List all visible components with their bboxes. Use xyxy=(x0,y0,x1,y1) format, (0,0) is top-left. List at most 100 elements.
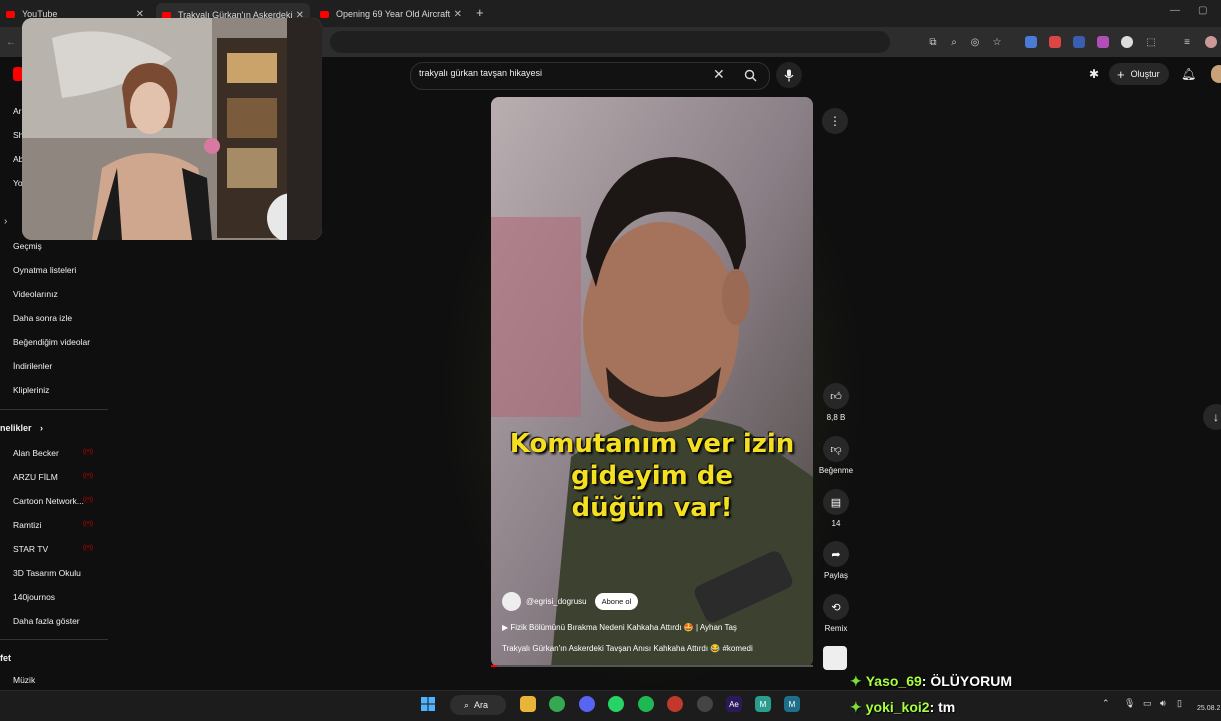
search-icon: ⌕ xyxy=(464,699,470,710)
after-effects-icon[interactable]: Ae xyxy=(726,696,742,712)
chat-username: Yaso_69 xyxy=(865,673,922,689)
minimize-icon[interactable]: — xyxy=(1170,5,1180,16)
extension-icon[interactable] xyxy=(1097,36,1109,48)
tray-network-icon[interactable]: ▭ xyxy=(1143,698,1152,709)
thumbs-up-icon: 👍︎ xyxy=(823,383,849,409)
sidebar-item-music[interactable]: Müzik xyxy=(13,675,35,685)
obs-icon[interactable] xyxy=(697,696,713,712)
sidebar-item-subscription[interactable]: 3D Tasarım Okulu xyxy=(13,568,81,578)
search-query: trakyalı gürkan tavşan hikayesi xyxy=(419,68,543,78)
sidebar-item-subscription[interactable]: Alan Becker xyxy=(13,448,59,458)
video-caption-line: gideyim de xyxy=(570,461,734,491)
file-explorer-icon[interactable] xyxy=(520,696,536,712)
sidebar-item-watch-later[interactable]: Daha sonra izle xyxy=(13,313,72,323)
related-video-link[interactable]: ▶ Fizik Bölümünü Bırakma Nedeni Kahkaha … xyxy=(502,623,737,632)
sidebar-divider xyxy=(0,639,108,640)
extension-icon[interactable] xyxy=(1121,36,1133,48)
chat-badge-icon: ✦ xyxy=(850,699,862,715)
sidebar-item-subscription[interactable]: STAR TV xyxy=(13,544,48,554)
tray-chevron-icon[interactable]: ⌃ xyxy=(1102,698,1110,709)
tray-volume-icon[interactable]: 🔊︎ xyxy=(1160,698,1166,709)
discord-icon[interactable] xyxy=(579,696,595,712)
extension-icon[interactable] xyxy=(1049,36,1061,48)
chat-message: ✦ Yaso_69: ÖLÜYORUM xyxy=(850,673,1012,690)
comments-button[interactable]: ▤ 14 xyxy=(822,489,850,528)
search-button[interactable] xyxy=(736,63,764,87)
dislike-label: Beğenme xyxy=(818,466,854,475)
tray-mic-icon[interactable]: 🎙︎ xyxy=(1124,698,1135,709)
taskbar-date: 25.08.2 xyxy=(1197,705,1221,712)
like-button[interactable]: 👍︎ 8,8 B xyxy=(822,383,850,422)
translate-extension-icon[interactable] xyxy=(1025,36,1037,48)
sidebar-item-partial[interactable]: Ar xyxy=(13,106,22,116)
sidebar-item-downloads[interactable]: İndirilenler xyxy=(13,361,52,371)
chrome-icon[interactable] xyxy=(549,696,565,712)
sidebar-item-history[interactable]: Geçmiş xyxy=(13,241,42,251)
subscriptions-label: nelikler xyxy=(0,423,32,433)
notifications-bell-icon[interactable]: 🔔︎ xyxy=(1181,67,1196,81)
related-video-title: Fizik Bölümünü Bırakma Nedeni Kahkaha At… xyxy=(510,623,737,632)
sidebar-item-liked-videos[interactable]: Beğendiğim videolar xyxy=(13,337,90,347)
show-more-button[interactable]: Daha fazla göster xyxy=(13,616,80,626)
webcam-overlay xyxy=(22,18,322,240)
maximize-icon[interactable]: ▢ xyxy=(1198,5,1207,16)
tab-close-icon[interactable]: ✕ xyxy=(454,9,462,20)
shorts-video-player[interactable]: Komutanım ver izin gideyim de düğün var! xyxy=(491,97,813,667)
spotify-icon[interactable] xyxy=(638,696,654,712)
subscriptions-title[interactable]: nelikler › xyxy=(0,423,43,433)
tab-label: Opening 69 Year Old Aircraft Su xyxy=(336,9,451,19)
sidebar-item-subscription[interactable]: Ramtizi xyxy=(13,520,41,530)
sidebar-item-playlists[interactable]: Oynatma listeleri xyxy=(13,265,76,275)
share-button[interactable]: ➦ Paylaş xyxy=(822,541,850,580)
address-bar[interactable] xyxy=(330,31,890,53)
sound-thumbnail[interactable] xyxy=(823,646,847,670)
search-icon xyxy=(744,69,756,81)
chat-message: ✦ yoki_koi2: tm xyxy=(850,699,955,716)
tray-battery-icon[interactable]: ▯ xyxy=(1177,698,1182,709)
app-m2-icon[interactable]: M xyxy=(784,696,800,712)
sidebar-item-clips[interactable]: Klipleriniz xyxy=(13,385,49,395)
sidebar-item-subscription[interactable]: Cartoon Network... xyxy=(13,496,84,506)
sidebar-item-subscription[interactable]: 140journos xyxy=(13,592,55,602)
create-button[interactable]: + Oluştur xyxy=(1109,63,1169,85)
more-options-button[interactable]: ⋮ xyxy=(822,108,848,134)
bookmark-star-icon[interactable]: ☆ xyxy=(990,35,1004,49)
new-tab-button[interactable]: + xyxy=(476,5,484,20)
sidebar-item-subscription[interactable]: ARZU FİLM xyxy=(13,472,58,482)
live-indicator-icon: ((•)) xyxy=(83,473,94,479)
youtube-favicon-icon xyxy=(320,10,329,18)
zoom-icon[interactable]: ⌕ xyxy=(947,35,961,49)
tab-opening-aircraft[interactable]: Opening 69 Year Old Aircraft Su ✕ xyxy=(314,4,468,24)
clear-search-icon[interactable]: ✕ xyxy=(713,66,725,83)
channel-avatar[interactable] xyxy=(502,592,521,611)
extensions-puzzle-icon[interactable]: ⬚ xyxy=(1144,35,1158,49)
whatsapp-icon[interactable] xyxy=(608,696,624,712)
video-progress-bar[interactable] xyxy=(491,665,813,667)
app-icon[interactable] xyxy=(667,696,683,712)
magic-icon[interactable]: ✱ xyxy=(1089,67,1099,81)
windows-start-icon[interactable] xyxy=(420,696,436,712)
avatar[interactable] xyxy=(1211,65,1221,83)
chevron-right-icon[interactable]: › xyxy=(4,216,7,227)
extension-icon[interactable] xyxy=(1073,36,1085,48)
profile-avatar[interactable] xyxy=(1205,36,1217,48)
remix-button[interactable]: ⟲ Remix xyxy=(822,594,850,633)
sidebar-item-your-videos[interactable]: Videolarınız xyxy=(13,289,58,299)
live-indicator-icon: ((•)) xyxy=(83,449,94,455)
video-progress-fill xyxy=(491,665,498,667)
dislike-button[interactable]: 👎︎ Beğenme xyxy=(819,436,853,475)
channel-row: @egrisi_dogrusu Abone ol xyxy=(502,592,639,611)
voice-search-button[interactable] xyxy=(776,62,802,88)
install-app-icon[interactable]: ⧉ xyxy=(926,35,940,49)
taskbar-search[interactable]: ⌕ Ara xyxy=(450,695,506,715)
like-count: 8,8 B xyxy=(826,413,846,422)
channel-handle[interactable]: @egrisi_dogrusu xyxy=(526,597,587,606)
comment-icon: ▤ xyxy=(823,489,849,515)
subscribe-button[interactable]: Abone ol xyxy=(594,593,639,610)
youtube-favicon-icon xyxy=(6,10,15,18)
eye-slash-icon[interactable]: ◎ xyxy=(968,35,982,49)
back-icon[interactable]: ← xyxy=(4,35,18,49)
reading-list-icon[interactable]: ≡ xyxy=(1180,35,1194,49)
remix-icon: ⟲ xyxy=(823,594,849,620)
app-m-icon[interactable]: M xyxy=(755,696,771,712)
